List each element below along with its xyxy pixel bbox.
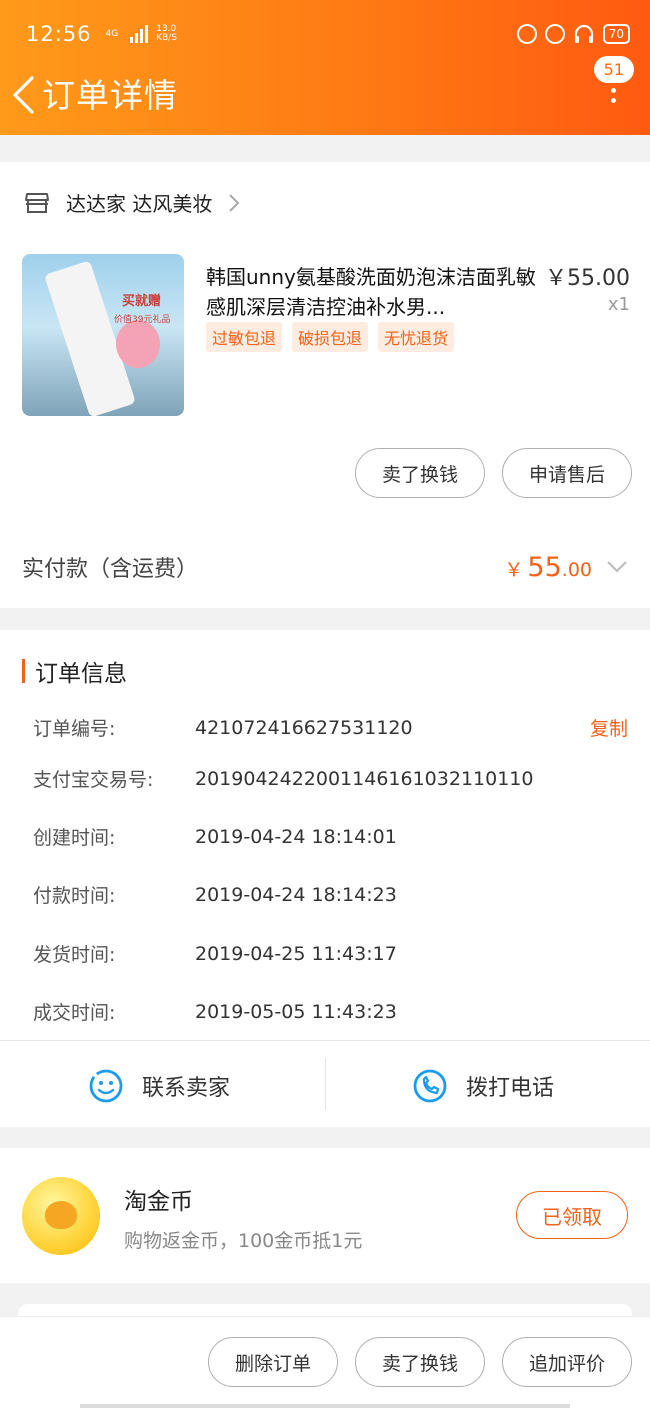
coin-title: 淘金币	[124, 1189, 193, 1215]
order-number-row: 订单编号: 421072416627531120 复制	[33, 714, 628, 741]
created-time-row: 创建时间: 2019-04-24 18:14:01	[33, 823, 628, 850]
call-phone-button[interactable]: 拨打电话	[412, 1058, 554, 1114]
product-title[interactable]: 韩国unny氨基酸洗面奶泡沫洁面乳敏感肌深层清洁控油补水男...	[206, 262, 536, 322]
taobao-coin-card: 淘金币 购物返金币，100金币抵1元 已领取	[0, 1148, 650, 1283]
promo-sublabel: 价值39元礼品	[114, 315, 171, 325]
info-value: 2019-05-05 11:43:23	[195, 1000, 397, 1023]
order-info-card: 订单信息 订单编号: 421072416627531120 复制 支付宝交易号:…	[0, 630, 650, 1127]
order-info-heading: 订单信息	[22, 654, 127, 688]
deal-time-row: 成交时间: 2019-05-05 11:43:23	[33, 998, 628, 1025]
product-image[interactable]: 买就赠 价值39元礼品	[22, 254, 184, 416]
info-label: 发货时间:	[33, 944, 116, 966]
gesture-bar	[80, 1404, 570, 1408]
paid-amount: ￥ 55 .00	[504, 552, 592, 583]
divider	[0, 1040, 650, 1041]
back-arrow-icon[interactable]	[10, 71, 40, 115]
apply-after-sale-button[interactable]: 申请售后	[502, 448, 632, 498]
paid-label: 实付款（含运费）	[22, 557, 199, 582]
page-title: 订单详情	[42, 76, 178, 115]
paid-time-row: 付款时间: 2019-04-24 18:14:23	[33, 881, 628, 908]
paid-amount-row[interactable]: 实付款（含运费） ￥ 55 .00	[22, 547, 628, 587]
coin-description: 购物返金币，100金币抵1元	[124, 1230, 363, 1252]
more-menu-button[interactable]: 51	[584, 56, 634, 116]
shop-name: 达达家 达风美妆	[66, 192, 213, 216]
status-bar: 12:56 4G 13.0 KB/S 70	[26, 18, 630, 50]
tag-allergy-return: 过敏包退	[206, 322, 283, 352]
delete-order-button[interactable]: 删除订单	[208, 1337, 338, 1387]
sell-for-cash-button[interactable]: 卖了换钱	[355, 448, 485, 498]
info-value: 2019-04-24 18:14:23	[195, 883, 397, 906]
info-value: 421072416627531120	[195, 716, 413, 739]
lock-icon	[516, 24, 537, 44]
vertical-divider	[325, 1058, 326, 1110]
cleansing-device-shape	[116, 320, 160, 368]
section-accent-bar	[22, 659, 25, 683]
call-phone-label: 拨打电话	[466, 1076, 555, 1101]
battery-indicator: 70	[602, 24, 630, 44]
currency-symbol: ￥	[504, 558, 524, 581]
info-label: 付款时间:	[33, 885, 116, 907]
signal-icon	[130, 25, 149, 43]
copy-button[interactable]: 复制	[590, 714, 628, 741]
chevron-right-icon	[229, 193, 240, 212]
nav-bar: 订单详情 51	[10, 56, 634, 116]
amount-decimal: .00	[561, 558, 592, 581]
network-speed-unit: KB/S	[156, 33, 178, 43]
sell-for-cash-bottom-button[interactable]: 卖了换钱	[355, 1337, 485, 1387]
claimed-button[interactable]: 已领取	[516, 1191, 628, 1239]
phone-icon	[413, 1069, 447, 1103]
chevron-down-icon	[607, 561, 627, 573]
status-time: 12:56	[26, 22, 92, 46]
headphones-icon	[574, 24, 593, 43]
product-price: ￥55.00	[545, 266, 630, 291]
more-dots-icon	[611, 88, 616, 103]
service-tags: 过敏包退 破损包退 无忧退货	[206, 322, 455, 352]
info-value: 2019-04-25 11:43:17	[195, 942, 397, 965]
alarm-icon	[544, 24, 565, 44]
add-review-button[interactable]: 追加评价	[502, 1337, 632, 1387]
message-count-badge: 51	[593, 56, 634, 83]
network-speed: 13.0 KB/S	[156, 25, 177, 43]
info-label: 支付宝交易号:	[33, 769, 154, 791]
info-value: 2019-04-24 18:14:01	[195, 825, 397, 848]
alipay-trade-row: 支付宝交易号: 2019042422001146161032110110	[33, 765, 628, 792]
info-label: 创建时间:	[33, 827, 116, 849]
coin-mascot-shape	[45, 1201, 77, 1229]
order-info-title: 订单信息	[35, 661, 127, 687]
app-header: 12:56 4G 13.0 KB/S 70 订单详情 51	[0, 0, 650, 135]
info-label: 成交时间:	[33, 1002, 116, 1024]
tag-worry-free-return: 无忧退货	[378, 322, 455, 352]
network-type: 4G	[105, 28, 119, 39]
store-icon	[25, 192, 49, 213]
chat-smile-icon	[89, 1069, 123, 1103]
product-card: 达达家 达风美妆 买就赠 价值39元礼品 韩国unny氨基酸洗面奶泡沫洁面乳敏感…	[0, 162, 650, 608]
info-value: 2019042422001146161032110110	[195, 767, 534, 790]
info-label: 订单编号:	[33, 718, 116, 740]
bottom-action-bar: 删除订单 卖了换钱 追加评价	[0, 1316, 650, 1408]
contact-seller-label: 联系卖家	[142, 1076, 231, 1101]
gold-coin-icon	[22, 1177, 100, 1255]
amount-integer: 55	[527, 551, 562, 583]
contact-seller-button[interactable]: 联系卖家	[88, 1058, 230, 1114]
promo-label: 买就赠	[122, 294, 162, 309]
tag-damage-return: 破损包退	[292, 322, 369, 352]
shop-link[interactable]: 达达家 达风美妆	[24, 188, 240, 217]
product-quantity: x1	[607, 294, 630, 315]
shipped-time-row: 发货时间: 2019-04-25 11:43:17	[33, 940, 628, 967]
